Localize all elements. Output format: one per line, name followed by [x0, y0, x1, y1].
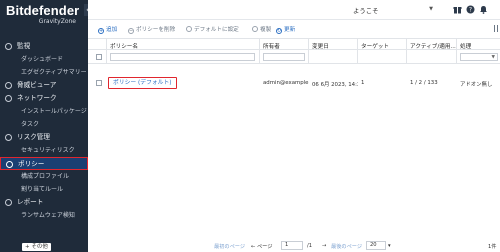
add-label: 追加 [106, 27, 118, 33]
sidebar-item-security-risks[interactable]: セキュリティリスク [0, 144, 88, 157]
column-header-modified[interactable]: 変更日 [312, 42, 329, 50]
item-count: 1件 [488, 244, 497, 250]
sidebar-item-install-packages[interactable]: インストールパッケージ [0, 105, 88, 118]
brand-logo[interactable]: Bitdefender GravityZone [6, 4, 84, 30]
owner-cell: admin@example.com [263, 80, 309, 86]
last-page-link[interactable]: 最後のページ [331, 243, 362, 250]
modified-cell: 06 6月 2023, 14:33... [312, 82, 358, 88]
targets-cell: 1 [361, 80, 365, 86]
sidebar-item-label: エグゼクティブサマリー [21, 69, 87, 76]
chevron-down-icon: ▼ [429, 6, 433, 12]
sidebar-item-threat-viewer[interactable]: 脅威ビューア [0, 79, 88, 92]
report-icon [5, 199, 12, 206]
sidebar-item-reports[interactable]: レポート [0, 196, 88, 209]
refresh-button[interactable]: ↻ 更新 [276, 25, 295, 34]
sidebar-item-risk-management[interactable]: リスク管理 [0, 131, 88, 144]
column-header-targets[interactable]: ターゲット [361, 42, 389, 50]
sidebar: Bitdefender GravityZone ‹ 監視 ダッシュボード エグゼ… [0, 0, 91, 252]
sidebar-item-label: ダッシュボード [21, 56, 64, 63]
sidebar-item-network[interactable]: ネットワーク [0, 92, 88, 105]
sidebar-item-label: インストールパッケージ [21, 108, 87, 115]
row-checkbox[interactable] [96, 80, 102, 86]
sidebar-item-tasks[interactable]: タスク [0, 118, 88, 131]
sidebar-item-policies[interactable]: ポリシー [0, 157, 88, 170]
first-page-link[interactable]: 最初のページ [214, 243, 245, 250]
per-page-select[interactable]: 20 [366, 241, 386, 250]
network-icon [5, 95, 12, 102]
sidebar-item-monitoring[interactable]: 監視 [0, 40, 88, 53]
sidebar-item-label: ポリシー [18, 160, 45, 168]
sidebar-item-config-profiles[interactable]: 構成プロファイル [0, 170, 88, 183]
refresh-icon: ↻ [276, 28, 282, 34]
default-icon [186, 26, 192, 32]
policy-name-link[interactable]: ポリシー (デフォルト) [108, 77, 177, 89]
chevron-down-icon[interactable]: ▾ [388, 243, 391, 249]
column-header-active[interactable]: アクティブ/適用... [410, 42, 456, 50]
next-page-link[interactable]: → [322, 243, 326, 249]
sidebar-item-ransomware[interactable]: ランサムウェア検知 [0, 209, 88, 222]
add-policy-button[interactable]: + 追加 [98, 25, 117, 34]
prev-page-link[interactable]: ← ページ [251, 243, 272, 250]
sidebar-item-label: 構成プロファイル [21, 173, 70, 180]
active-cell: 1 / 2 / 133 [410, 80, 438, 86]
notification-icon[interactable] [479, 5, 488, 14]
set-default-button[interactable]: デフォルトに設定 [186, 25, 239, 33]
svg-text:?: ? [469, 7, 472, 14]
sidebar-item-label: タスク [21, 121, 40, 128]
sidebar-item-label: ネットワーク [17, 94, 57, 102]
sidebar-item-label: ランサムウェア検知 [21, 212, 75, 219]
pagination: 最初のページ ← ページ 1 /1 → 最後のページ 20 ▾ 1件 [88, 240, 500, 252]
clone-label: 複製 [260, 27, 272, 33]
column-header-policy-name[interactable]: ポリシー名 [110, 42, 138, 50]
sidebar-item-dashboard[interactable]: ダッシュボード [0, 53, 88, 66]
refresh-label: 更新 [284, 27, 296, 33]
brand-name: Bitdefender [6, 3, 80, 18]
monitor-icon [5, 43, 12, 50]
action-cell: アドオン無し [460, 82, 493, 88]
minus-icon: − [128, 28, 134, 34]
sidebar-item-label: 割り当てルール [21, 186, 64, 193]
total-pages: /1 [307, 243, 313, 249]
owner-filter[interactable] [263, 53, 305, 61]
column-header-action[interactable]: 処理 [460, 42, 471, 50]
sidebar-more-button[interactable]: + その他 [22, 243, 51, 251]
top-bar: ようこそ ▼ ? [88, 0, 500, 20]
clone-icon [252, 26, 258, 32]
select-all-checkbox[interactable] [96, 54, 102, 60]
clone-button[interactable]: 複製 [252, 25, 271, 33]
welcome-text: ようこそ [353, 7, 379, 15]
sidebar-item-assignment-rules[interactable]: 割り当てルール [0, 183, 88, 196]
column-settings-icon[interactable] [494, 25, 498, 32]
threat-icon [5, 82, 12, 89]
sidebar-item-label: セキュリティリスク [21, 147, 75, 154]
risk-icon [5, 134, 12, 141]
set-default-label: デフォルトに設定 [194, 27, 239, 33]
table-row[interactable]: ポリシー (デフォルト) admin@example.com 06 6月 202… [88, 76, 500, 90]
delete-policy-button[interactable]: − ポリシーを削除 [128, 25, 175, 34]
toolbar: + 追加 − ポリシーを削除 デフォルトに設定 複製 ↻ 更新 [88, 22, 500, 36]
action-filter[interactable]: ▼ [460, 53, 498, 61]
sidebar-item-label: レポート [17, 198, 44, 206]
sidebar-item-executive-summary[interactable]: エグゼクティブサマリー [0, 66, 88, 79]
sidebar-item-label: 脅威ビューア [17, 81, 57, 89]
policy-table: ポリシー名 所有者 変更日 ターゲット アクティブ/適用... 処理 ▼ ポリシ… [88, 38, 500, 90]
column-header-owner[interactable]: 所有者 [263, 42, 280, 50]
filter-row: ▼ [88, 50, 500, 64]
chevron-down-icon: ▼ [491, 55, 495, 60]
delete-label: ポリシーを削除 [136, 27, 176, 33]
sidebar-item-label: 監視 [17, 42, 31, 50]
policy-name-filter[interactable] [110, 53, 255, 61]
policy-icon [6, 161, 13, 168]
user-menu[interactable]: ようこそ ▼ [353, 6, 433, 15]
gift-icon[interactable] [453, 5, 462, 14]
page-number-input[interactable]: 1 [281, 241, 303, 250]
plus-icon: + [98, 28, 104, 34]
table-header: ポリシー名 所有者 変更日 ターゲット アクティブ/適用... 処理 [88, 38, 500, 63]
help-icon[interactable]: ? [466, 5, 475, 14]
sidebar-item-label: リスク管理 [17, 133, 50, 141]
brand-product: GravityZone [38, 18, 76, 25]
sidebar-nav: 監視 ダッシュボード エグゼクティブサマリー 脅威ビューア ネットワーク インス… [0, 40, 88, 222]
